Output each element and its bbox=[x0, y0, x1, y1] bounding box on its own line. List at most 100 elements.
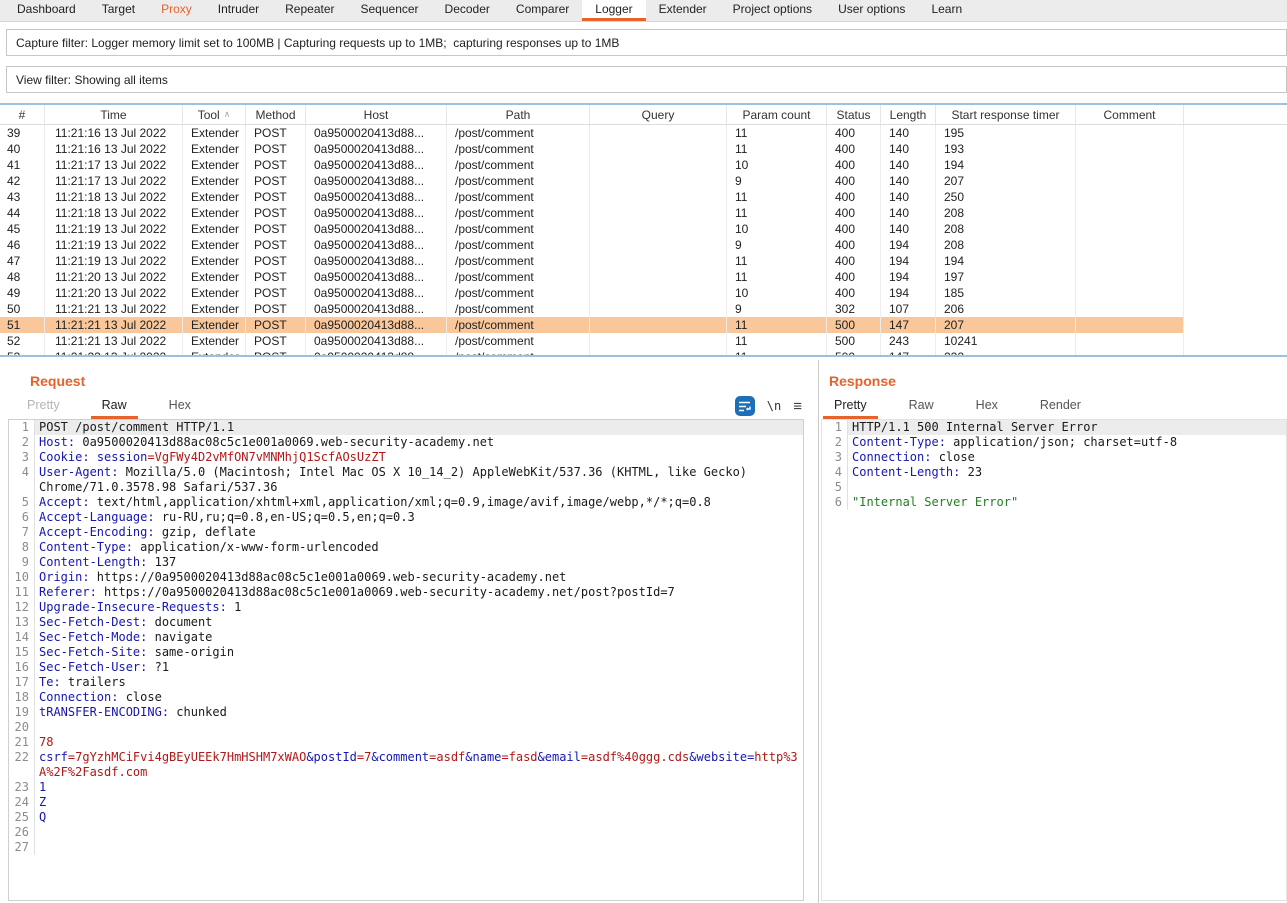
cell-path: /post/comment bbox=[447, 301, 590, 317]
line-number: 1 bbox=[9, 420, 35, 435]
table-row[interactable]: 4511:21:19 13 Jul 2022ExtenderPOST0a9500… bbox=[0, 221, 1287, 237]
cell-blank: 43 bbox=[0, 189, 45, 205]
table-row[interactable]: 4011:21:16 13 Jul 2022ExtenderPOST0a9500… bbox=[0, 141, 1287, 157]
menu-tab-comparer[interactable]: Comparer bbox=[503, 0, 582, 21]
menu-tab-target[interactable]: Target bbox=[89, 0, 148, 21]
menu-tab-project-options[interactable]: Project options bbox=[720, 0, 825, 21]
menu-tab-learn[interactable]: Learn bbox=[918, 0, 975, 21]
table-row[interactable]: 5211:21:21 13 Jul 2022ExtenderPOST0a9500… bbox=[0, 333, 1287, 349]
cell-host: 0a9500020413d88... bbox=[306, 253, 447, 269]
column-header-blank[interactable]: # bbox=[0, 105, 45, 124]
menu-tab-proxy[interactable]: Proxy bbox=[148, 0, 205, 21]
column-header-length[interactable]: Length bbox=[881, 105, 936, 124]
column-header-comment[interactable]: Comment bbox=[1076, 105, 1184, 124]
menu-tab-user-options[interactable]: User options bbox=[825, 0, 918, 21]
request-tab-raw[interactable]: Raw bbox=[91, 393, 138, 419]
cell-status: 500 bbox=[827, 333, 881, 349]
response-tab-raw[interactable]: Raw bbox=[898, 393, 945, 419]
menu-tab-extender[interactable]: Extender bbox=[646, 0, 720, 21]
request-editor[interactable]: 1POST /post/comment HTTP/1.12Host: 0a950… bbox=[8, 419, 804, 901]
cell-host: 0a9500020413d88... bbox=[306, 189, 447, 205]
request-tab-hex[interactable]: Hex bbox=[158, 393, 202, 419]
table-row[interactable]: 4911:21:20 13 Jul 2022ExtenderPOST0a9500… bbox=[0, 285, 1287, 301]
table-row[interactable]: 3911:21:16 13 Jul 2022ExtenderPOST0a9500… bbox=[0, 125, 1287, 141]
response-tab-hex[interactable]: Hex bbox=[965, 393, 1009, 419]
editor-line: 5 bbox=[822, 480, 1286, 495]
editor-line: 11Referer: https://0a9500020413d88ac08c5… bbox=[9, 585, 803, 600]
line-number: 2 bbox=[822, 435, 848, 450]
table-row[interactable]: 5011:21:21 13 Jul 2022ExtenderPOST0a9500… bbox=[0, 301, 1287, 317]
cell-param-count: 11 bbox=[727, 189, 827, 205]
cell-query bbox=[590, 125, 727, 141]
table-row[interactable]: 4311:21:18 13 Jul 2022ExtenderPOST0a9500… bbox=[0, 189, 1287, 205]
line-number: 20 bbox=[9, 720, 35, 735]
cell-status: 400 bbox=[827, 173, 881, 189]
menu-tab-repeater[interactable]: Repeater bbox=[272, 0, 347, 21]
table-row[interactable]: 4111:21:17 13 Jul 2022ExtenderPOST0a9500… bbox=[0, 157, 1287, 173]
editor-line: 18Connection: close bbox=[9, 690, 803, 705]
menu-tab-intruder[interactable]: Intruder bbox=[205, 0, 272, 21]
capture-filter-bar[interactable]: Capture filter: Logger memory limit set … bbox=[6, 29, 1287, 56]
response-editor[interactable]: 1HTTP/1.1 500 Internal Server Error2Cont… bbox=[821, 419, 1287, 901]
cell-comment bbox=[1076, 125, 1184, 141]
cell-tool: Extender bbox=[183, 349, 246, 357]
line-content: Sec-Fetch-Dest: document bbox=[35, 615, 803, 630]
cell-tool: Extender bbox=[183, 157, 246, 173]
view-filter-bar[interactable]: View filter: Showing all items bbox=[6, 66, 1287, 93]
column-header-host[interactable]: Host bbox=[306, 105, 447, 124]
cell-param-count: 10 bbox=[727, 285, 827, 301]
table-row[interactable]: 5311:21:22 13 Jul 2022ExtenderPOST0a9500… bbox=[0, 349, 1287, 357]
cell-tool: Extender bbox=[183, 125, 246, 141]
editor-line: 2Content-Type: application/json; charset… bbox=[822, 435, 1286, 450]
cell-param-count: 10 bbox=[727, 221, 827, 237]
menu-tab-sequencer[interactable]: Sequencer bbox=[348, 0, 432, 21]
editor-line: 2178 bbox=[9, 735, 803, 750]
column-header-query[interactable]: Query bbox=[590, 105, 727, 124]
column-header-param-count[interactable]: Param count bbox=[727, 105, 827, 124]
cell-host: 0a9500020413d88... bbox=[306, 269, 447, 285]
editor-line: 5Accept: text/html,application/xhtml+xml… bbox=[9, 495, 803, 510]
wrap-icon[interactable] bbox=[735, 396, 755, 416]
menu-tab-logger[interactable]: Logger bbox=[582, 0, 645, 21]
column-header-label: Start response timer bbox=[951, 108, 1059, 122]
table-row[interactable]: 4211:21:17 13 Jul 2022ExtenderPOST0a9500… bbox=[0, 173, 1287, 189]
menu-icon[interactable]: ≡ bbox=[793, 399, 802, 414]
cell-blank: 44 bbox=[0, 205, 45, 221]
table-row[interactable]: 5111:21:21 13 Jul 2022ExtenderPOST0a9500… bbox=[0, 317, 1287, 333]
response-tab-render[interactable]: Render bbox=[1029, 393, 1092, 419]
column-header-time[interactable]: Time bbox=[45, 105, 183, 124]
menu-tab-dashboard[interactable]: Dashboard bbox=[4, 0, 89, 21]
line-content: Z bbox=[35, 795, 803, 810]
table-row[interactable]: 4411:21:18 13 Jul 2022ExtenderPOST0a9500… bbox=[0, 205, 1287, 221]
response-tab-pretty[interactable]: Pretty bbox=[823, 393, 878, 419]
request-panel: Request PrettyRawHex \n ≡ 1POST /post/co… bbox=[0, 360, 818, 903]
cell-comment bbox=[1076, 237, 1184, 253]
line-content: csrf=7gYzhMCiFvi4gBEyUEEk7HmHSHM7xWAO&po… bbox=[35, 750, 803, 780]
table-row[interactable]: 4611:21:19 13 Jul 2022ExtenderPOST0a9500… bbox=[0, 237, 1287, 253]
line-content: tRANSFER-ENCODING: chunked bbox=[35, 705, 803, 720]
line-content: Content-Type: application/json; charset=… bbox=[848, 435, 1286, 450]
line-content: Sec-Fetch-Site: same-origin bbox=[35, 645, 803, 660]
cell-path: /post/comment bbox=[447, 285, 590, 301]
column-header-status[interactable]: Status bbox=[827, 105, 881, 124]
table-row[interactable]: 4811:21:20 13 Jul 2022ExtenderPOST0a9500… bbox=[0, 269, 1287, 285]
line-number: 27 bbox=[9, 840, 35, 855]
menu-tab-decoder[interactable]: Decoder bbox=[432, 0, 503, 21]
newline-icon[interactable]: \n bbox=[767, 399, 781, 413]
cell-comment bbox=[1076, 221, 1184, 237]
line-number: 8 bbox=[9, 540, 35, 555]
column-header-tool[interactable]: Tool∧ bbox=[183, 105, 246, 124]
table-row[interactable]: 4711:21:19 13 Jul 2022ExtenderPOST0a9500… bbox=[0, 253, 1287, 269]
row-filler bbox=[1184, 333, 1287, 349]
cell-length: 243 bbox=[881, 333, 936, 349]
cell-length: 140 bbox=[881, 157, 936, 173]
cell-status: 400 bbox=[827, 221, 881, 237]
column-header-path[interactable]: Path bbox=[447, 105, 590, 124]
cell-method: POST bbox=[246, 141, 306, 157]
column-header-start-response-timer[interactable]: Start response timer bbox=[936, 105, 1076, 124]
editor-line: 8Content-Type: application/x-www-form-ur… bbox=[9, 540, 803, 555]
cell-tool: Extender bbox=[183, 205, 246, 221]
row-filler bbox=[1184, 285, 1287, 301]
column-header-method[interactable]: Method bbox=[246, 105, 306, 124]
cell-method: POST bbox=[246, 253, 306, 269]
